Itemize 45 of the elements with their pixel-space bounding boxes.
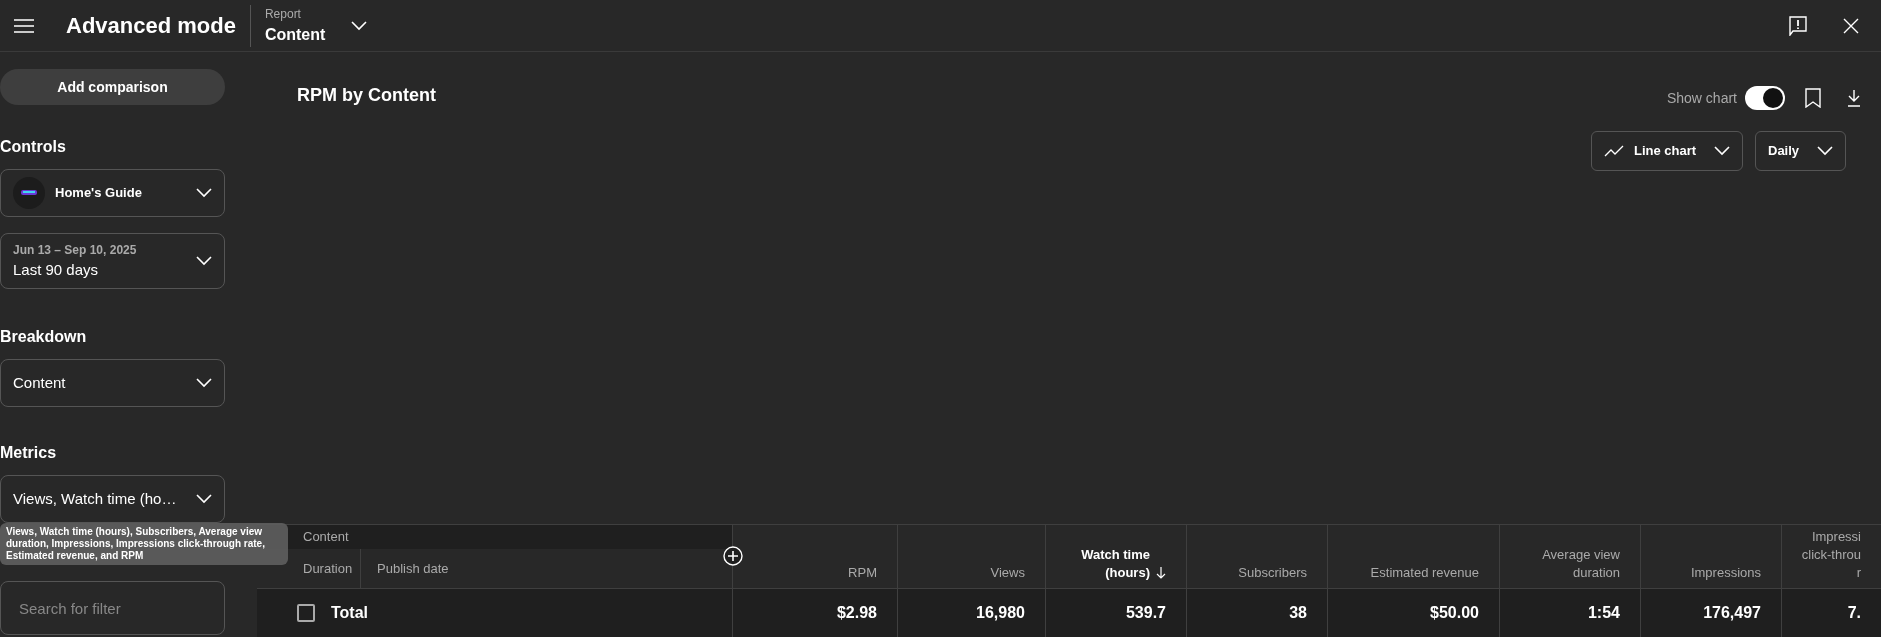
section-heading: Metrics xyxy=(0,443,58,463)
sort-descending-icon xyxy=(1156,567,1166,579)
column-group-header: Content xyxy=(303,528,349,547)
report-title: RPM by Content xyxy=(297,83,436,107)
row-checkbox[interactable] xyxy=(297,604,315,622)
feedback-icon[interactable] xyxy=(1789,15,1807,36)
chevron-down-icon xyxy=(196,256,212,266)
table-cell-text: $2.98 xyxy=(836,603,877,623)
filter-search-field[interactable]: Search for filter xyxy=(0,581,225,635)
metrics-tooltip: Views, Watch time (hours), Subscribers, Average view duration, Impressions, Impressions click-through rate, Estimated revenue, and RPM xyxy=(0,523,288,565)
show-chart-label: Show chart xyxy=(1666,88,1737,108)
table-cell-text: 1:54 xyxy=(1587,603,1620,623)
page-title: Advanced mode xyxy=(66,12,236,40)
show-chart-toggle[interactable] xyxy=(1745,86,1785,110)
channel-avatar-icon xyxy=(13,177,45,209)
table-cell-text: 16,980 xyxy=(976,603,1025,623)
chevron-down-icon xyxy=(196,494,212,504)
line-chart-icon xyxy=(1604,145,1624,157)
chevron-down-icon xyxy=(1714,146,1730,156)
interval-select[interactable]: Daily xyxy=(1755,131,1846,171)
column-header[interactable]: Publish date xyxy=(361,558,449,579)
chevron-down-icon xyxy=(351,20,368,31)
table-cell-text: $50.00 xyxy=(1430,603,1479,623)
date-range-select[interactable]: Jun 13 – Sep 10, 2025 Last 90 days xyxy=(0,233,225,289)
add-column-icon[interactable] xyxy=(723,546,743,566)
table-cell-text: 176,497 xyxy=(1703,603,1761,623)
bookmark-icon[interactable] xyxy=(1805,88,1821,108)
column-header[interactable]: Impressi click-throu r xyxy=(1782,525,1881,588)
total-label: Total xyxy=(331,603,369,623)
chevron-down-icon xyxy=(1817,146,1833,156)
section-heading: Controls xyxy=(0,137,67,157)
chevron-down-icon xyxy=(196,378,212,388)
menu-icon[interactable] xyxy=(14,18,34,33)
section-heading: Breakdown xyxy=(0,327,88,347)
add-comparison-button[interactable]: Add comparison xyxy=(0,69,225,105)
download-icon[interactable] xyxy=(1847,89,1861,107)
breakdown-select[interactable]: Content xyxy=(0,359,225,407)
table-cell-text: 38 xyxy=(1289,603,1307,623)
table-cell-text: 7. xyxy=(1847,603,1861,623)
report-selector[interactable]: Report Content xyxy=(264,4,368,47)
chart-type-select[interactable]: Line chart xyxy=(1591,131,1743,171)
table-cell-text: 539.7 xyxy=(1125,603,1166,623)
close-icon[interactable] xyxy=(1843,17,1859,34)
channel-select[interactable]: Home's Guide xyxy=(0,169,225,217)
chevron-down-icon xyxy=(196,188,212,198)
